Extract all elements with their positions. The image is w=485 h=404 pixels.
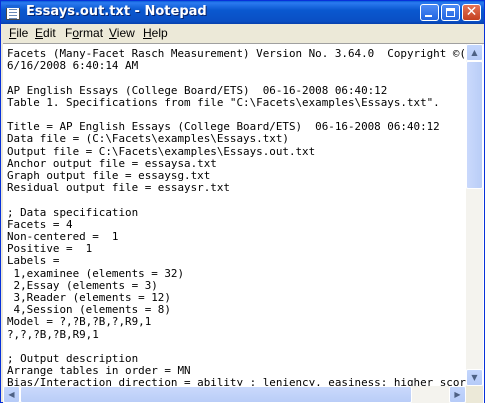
scroll-up-button[interactable]: ▲ <box>466 44 483 61</box>
menu-view[interactable]: View <box>109 26 135 40</box>
text-editor[interactable]: Facets (Many-Facet Rasch Measurement) Ve… <box>3 44 466 386</box>
arrow-down-icon: ▼ <box>471 373 478 382</box>
notepad-window: Essays.out.txt - Notepad ✕ File Edit For… <box>0 0 485 404</box>
text-line: 3,Reader (elements = 12) <box>7 291 171 304</box>
text-line: Non-centered = 1 <box>7 230 119 243</box>
text-line: ; Output description <box>7 352 139 365</box>
menu-bar: File Edit Format View Help <box>1 24 484 43</box>
arrow-up-icon: ▲ <box>471 48 478 57</box>
horizontal-scroll-thumb[interactable] <box>20 386 412 403</box>
scrollbar-corner <box>466 386 483 403</box>
text-line: Arrange tables in order = MN <box>7 364 191 378</box>
text-line: 6/16/2008 6:40:14 AM <box>7 59 139 73</box>
menu-format[interactable]: Format <box>65 26 103 40</box>
text-line: Model = ?,?B,?B,?,R9,1 <box>7 315 152 329</box>
menu-help[interactable]: Help <box>143 26 168 40</box>
window-title: Essays.out.txt - Notepad <box>26 4 207 19</box>
text-line: Table 1. Specifications from file "C:\Fa… <box>7 95 440 109</box>
text-line: Positive = 1 <box>7 242 93 256</box>
vertical-scroll-thumb[interactable] <box>466 61 483 189</box>
maximize-button[interactable] <box>441 4 460 21</box>
close-icon: ✕ <box>465 4 478 20</box>
scroll-right-button[interactable]: ▶ <box>449 386 466 403</box>
arrow-right-icon: ▶ <box>454 390 461 399</box>
text-line: AP English Essays (College Board/ETS) 06… <box>7 83 388 97</box>
scroll-left-button[interactable]: ◀ <box>3 386 20 403</box>
text-line: Facets = 4 <box>7 217 73 231</box>
text-line: Title = AP English Essays (College Board… <box>7 120 440 134</box>
editor-client-area: Facets (Many-Facet Rasch Measurement) Ve… <box>3 43 484 404</box>
text-line: 4,Session (elements = 8) <box>7 303 171 317</box>
minimize-button[interactable] <box>420 4 439 21</box>
text-line: Data file = (C:\Facets\examples\Essays.t… <box>7 132 289 146</box>
title-bar[interactable]: Essays.out.txt - Notepad ✕ <box>1 1 484 24</box>
text-line: Output file = C:\Facets\examples\Essays.… <box>7 144 316 158</box>
minimize-icon <box>425 15 432 17</box>
scroll-down-button[interactable]: ▼ <box>466 369 483 386</box>
text-line: Residual output file = essaysr.txt <box>7 181 230 195</box>
text-line: Facets (Many-Facet Rasch Measurement) Ve… <box>7 47 466 60</box>
text-line: ?,?,?B,?B,R9,1 <box>7 327 99 341</box>
text-line: 1,examinee (elements = 32) <box>7 266 185 280</box>
text-line: Labels = <box>7 254 60 268</box>
arrow-left-icon: ◀ <box>8 390 15 399</box>
notepad-icon[interactable] <box>6 5 20 20</box>
maximize-icon <box>446 8 455 17</box>
text-line: 2,Essay (elements = 3) <box>7 278 158 292</box>
menu-edit[interactable]: Edit <box>35 26 56 40</box>
vertical-scrollbar[interactable]: ▲ ▼ <box>466 44 483 386</box>
text-line: Bias/Interaction direction = ability ; l… <box>7 376 466 386</box>
horizontal-scrollbar[interactable]: ◀ ▶ <box>3 386 466 403</box>
text-line: Graph output file = essaysg.txt <box>7 169 211 182</box>
text-line: ; Data specification <box>7 205 139 219</box>
text-line: Anchor output file = essaysa.txt <box>7 156 217 170</box>
close-button[interactable]: ✕ <box>462 4 481 21</box>
menu-file[interactable]: File <box>9 26 28 40</box>
